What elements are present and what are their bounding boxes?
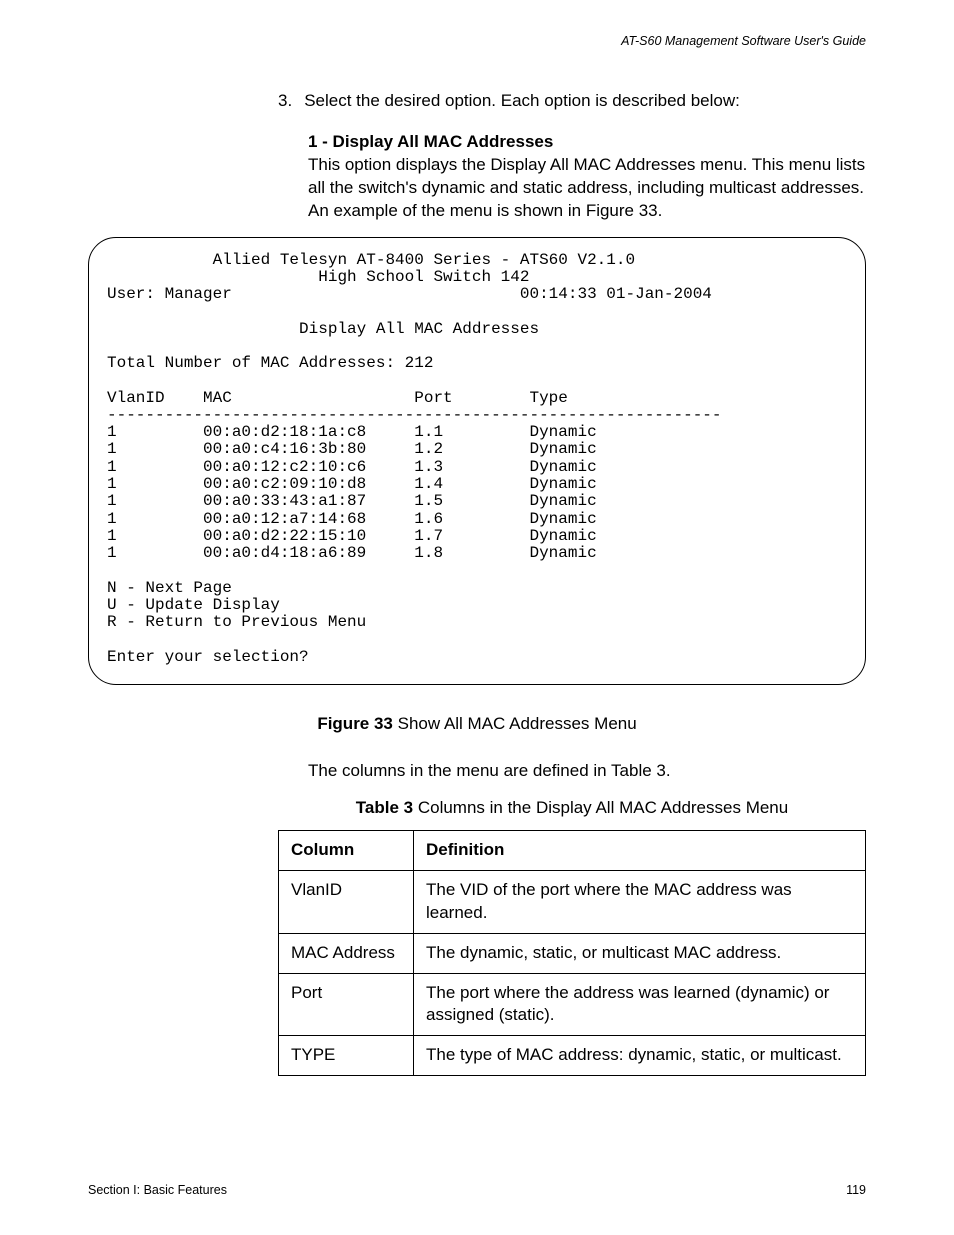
step-number: 3. xyxy=(278,90,292,113)
table-cell-definition: The VID of the port where the MAC addres… xyxy=(414,870,866,933)
table-row: TYPEThe type of MAC address: dynamic, st… xyxy=(279,1036,866,1076)
table-caption-lead: Table 3 xyxy=(356,798,413,817)
terminal-screen: Allied Telesyn AT-8400 Series - ATS60 V2… xyxy=(88,237,866,685)
table-row: MAC AddressThe dynamic, static, or multi… xyxy=(279,933,866,973)
table-head-definition: Definition xyxy=(414,830,866,870)
table-cell-definition: The port where the address was learned (… xyxy=(414,973,866,1036)
table-caption-rest: Columns in the Display All MAC Addresses… xyxy=(413,798,788,817)
table-cell-column: VlanID xyxy=(279,870,414,933)
running-header: AT-S60 Management Software User's Guide xyxy=(88,33,866,50)
table-cell-definition: The type of MAC address: dynamic, static… xyxy=(414,1036,866,1076)
footer-section: Section I: Basic Features xyxy=(88,1182,227,1199)
table-row: VlanIDThe VID of the port where the MAC … xyxy=(279,870,866,933)
table-cell-definition: The dynamic, static, or multicast MAC ad… xyxy=(414,933,866,973)
table-row: PortThe port where the address was learn… xyxy=(279,973,866,1036)
step-3: 3. Select the desired option. Each optio… xyxy=(278,90,866,113)
figure-caption-lead: Figure 33 xyxy=(317,714,393,733)
option-title: 1 - Display All MAC Addresses xyxy=(308,131,866,154)
table-cell-column: TYPE xyxy=(279,1036,414,1076)
table-cell-column: Port xyxy=(279,973,414,1036)
after-figure-text: The columns in the menu are defined in T… xyxy=(308,760,866,783)
option-body: This option displays the Display All MAC… xyxy=(308,154,866,223)
figure-caption-rest: Show All MAC Addresses Menu xyxy=(393,714,637,733)
step-text: Select the desired option. Each option i… xyxy=(304,90,740,113)
footer-page-number: 119 xyxy=(846,1182,866,1199)
figure-caption: Figure 33 Show All MAC Addresses Menu xyxy=(88,713,866,736)
table-head-column: Column xyxy=(279,830,414,870)
columns-definition-table: Column Definition VlanIDThe VID of the p… xyxy=(278,830,866,1077)
table-caption: Table 3 Columns in the Display All MAC A… xyxy=(278,797,866,820)
table-cell-column: MAC Address xyxy=(279,933,414,973)
